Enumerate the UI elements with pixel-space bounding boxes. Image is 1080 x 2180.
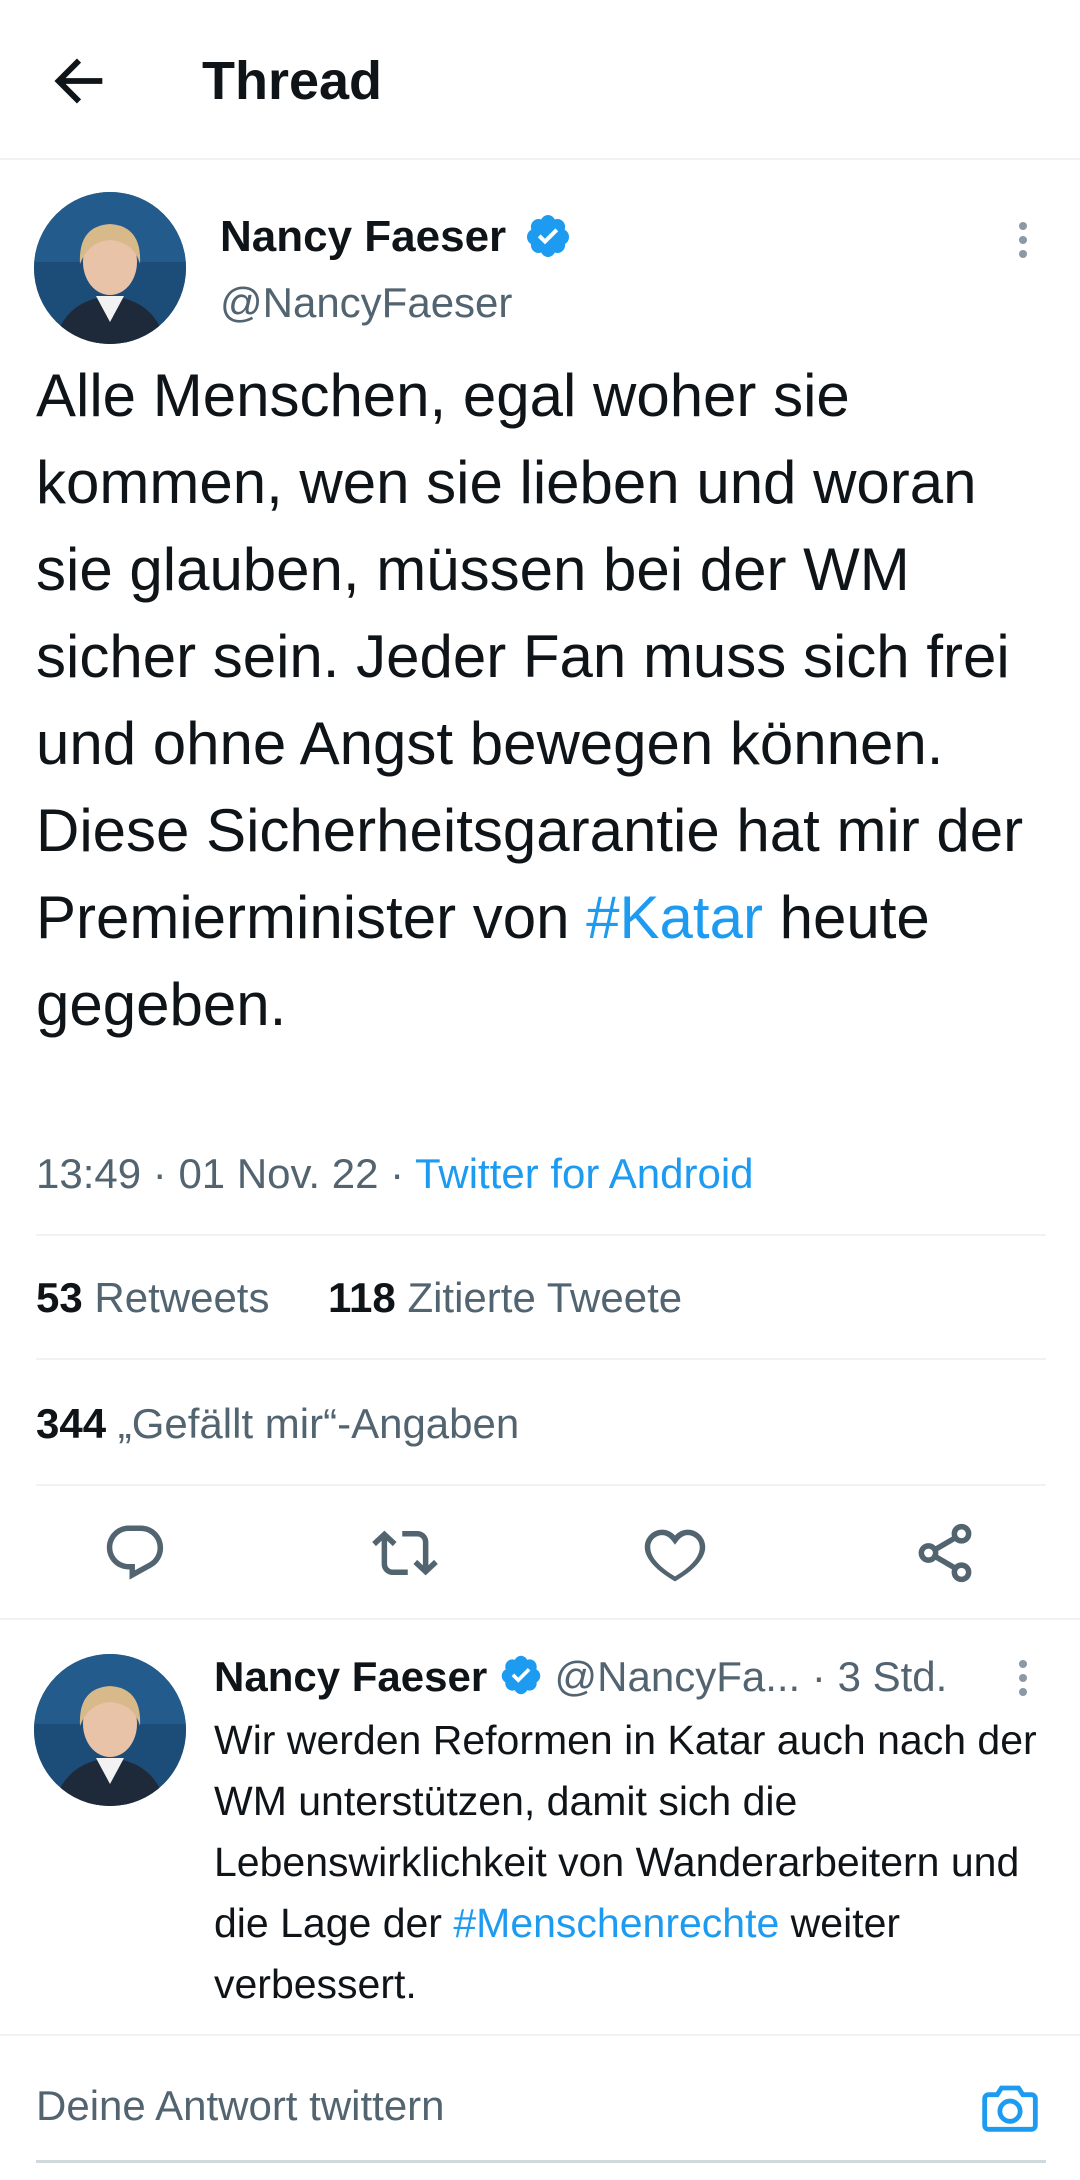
camera-icon[interactable]	[978, 2076, 1042, 2140]
retweet-stats[interactable]: 53 Retweets	[36, 1270, 269, 1326]
tweet-source-link[interactable]: Twitter for Android	[415, 1150, 753, 1197]
reply-header[interactable]: Nancy Faeser @NancyFa... · 3 Std.	[214, 1652, 947, 1702]
quotes-count: 118	[328, 1274, 396, 1321]
verified-badge-icon	[524, 212, 572, 260]
tweet-text-body: Alle Menschen, egal woher sie kommen, we…	[36, 362, 1024, 951]
verified-badge-icon	[499, 1653, 543, 1697]
reply-author-handle: @NancyFa...	[554, 1653, 801, 1700]
reply-age: 3 Std.	[837, 1653, 948, 1700]
tweet-text: Alle Menschen, egal woher sie kommen, we…	[36, 352, 1046, 1048]
reply-author-name: Nancy Faeser	[214, 1653, 488, 1700]
tweet-time: 13:49	[36, 1150, 142, 1197]
hashtag-link[interactable]: #Katar	[586, 884, 763, 951]
hashtag-link[interactable]: #Menschenrechte	[453, 1900, 779, 1946]
input-underline	[36, 2160, 1046, 2163]
divider	[36, 1484, 1046, 1486]
like-heart-icon[interactable]	[642, 1520, 708, 1586]
like-stats[interactable]: 344 „Gefällt mir“-Angaben	[36, 1396, 519, 1452]
more-options-icon[interactable]	[1008, 1656, 1038, 1706]
retweets-count: 53	[36, 1274, 83, 1321]
divider	[36, 1234, 1046, 1236]
avatar[interactable]	[34, 192, 186, 344]
quotes-label: Zitierte Tweete	[407, 1274, 683, 1321]
likes-label: „Gefällt mir“-Angaben	[117, 1400, 520, 1447]
tweet-date: 01 Nov. 22	[178, 1150, 379, 1197]
divider	[36, 1358, 1046, 1360]
top-bar	[0, 0, 1080, 160]
likes-count: 344	[36, 1400, 107, 1447]
quote-stats[interactable]: 118 Zitierte Tweete	[328, 1270, 682, 1326]
reply-avatar[interactable]	[34, 1654, 186, 1806]
reply-input-placeholder[interactable]: Deine Antwort twittern	[36, 2078, 445, 2134]
divider	[0, 1618, 1080, 1620]
author-name[interactable]: Nancy Faeser	[220, 212, 506, 262]
retweets-label: Retweets	[94, 1274, 270, 1321]
tweet-metadata: 13:49 · 01 Nov. 22 · Twitter for Android	[36, 1150, 754, 1197]
retweet-icon[interactable]	[372, 1520, 438, 1586]
more-options-icon[interactable]	[1008, 218, 1038, 268]
page-title: Thread	[202, 51, 383, 111]
share-icon[interactable]	[912, 1520, 978, 1586]
reply-text: Wir werden Reformen in Katar auch nach d…	[214, 1710, 1044, 2015]
reply-icon[interactable]	[102, 1520, 168, 1586]
author-handle[interactable]: @NancyFaeser	[220, 278, 512, 328]
back-arrow-icon[interactable]	[44, 46, 114, 116]
